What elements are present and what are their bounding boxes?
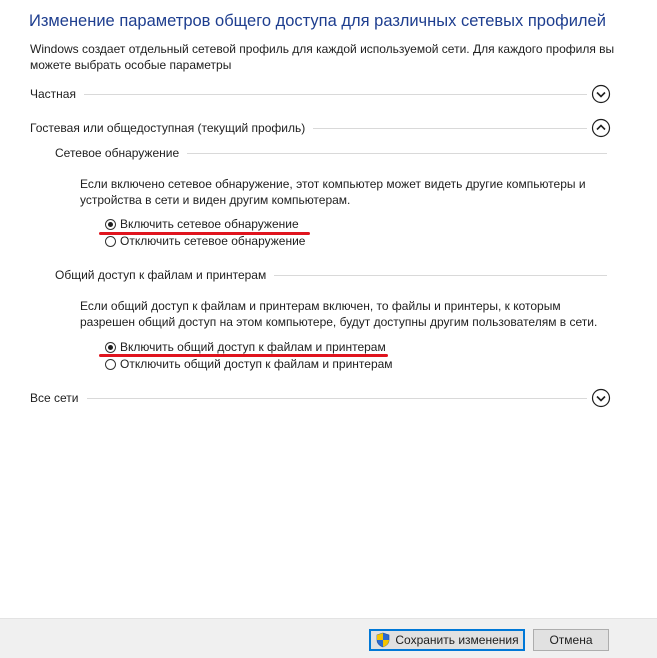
divider [274,274,607,276]
radio-enable-sharing-label: Включить общий доступ к файлам и принтер… [120,340,386,354]
section-guest[interactable]: Гостевая или общедоступная (текущий проф… [30,116,611,140]
save-changes-button[interactable]: Сохранить изменения [369,629,525,651]
radio-enable-discovery-label: Включить сетевое обнаружение [120,217,299,231]
save-changes-label: Сохранить изменения [395,633,519,647]
radio-button-unchecked[interactable] [105,358,116,370]
section-private-label: Частная [30,87,76,101]
radio-disable-discovery[interactable]: Отключить сетевое обнаружение [105,233,305,249]
subsection-network-discovery: Сетевое обнаружение [55,145,607,161]
radio-disable-sharing[interactable]: Отключить общий доступ к файлам и принте… [105,356,393,372]
cancel-button[interactable]: Отмена [533,629,609,651]
discovery-description: Если включено сетевое обнаружение, этот … [80,177,586,207]
section-guest-label: Гостевая или общедоступная (текущий проф… [30,121,306,135]
radio-enable-discovery[interactable]: Включить сетевое обнаружение [105,216,299,232]
divider [313,127,587,129]
subsection-file-printer-sharing: Общий доступ к файлам и принтерам [55,267,607,283]
radio-disable-sharing-label: Отключить общий доступ к файлам и принте… [120,357,393,371]
sharing-heading: Общий доступ к файлам и принтерам [55,268,267,282]
page-description: Windows создает отдельный сетевой профил… [30,42,615,72]
radio-enable-sharing[interactable]: Включить общий доступ к файлам и принтер… [105,339,386,355]
discovery-heading: Сетевое обнаружение [55,146,180,160]
divider [187,152,607,154]
section-private[interactable]: Частная [30,82,611,106]
chevron-down-icon[interactable] [591,388,611,408]
section-all-label: Все сети [30,391,79,405]
divider [86,397,587,399]
chevron-up-icon[interactable] [591,118,611,138]
radio-button-unchecked[interactable] [105,235,116,247]
divider [83,93,587,95]
radio-button-checked[interactable] [105,341,116,353]
page-title: Изменение параметров общего доступа для … [29,12,606,30]
radio-button-checked[interactable] [105,218,116,230]
button-bar: Сохранить изменения Отмена [0,618,657,658]
uac-shield-icon [375,632,391,648]
sharing-description: Если общий доступ к файлам и принтерам в… [80,299,598,329]
chevron-down-icon[interactable] [591,84,611,104]
radio-disable-discovery-label: Отключить сетевое обнаружение [120,234,306,248]
section-all-networks[interactable]: Все сети [30,386,611,410]
